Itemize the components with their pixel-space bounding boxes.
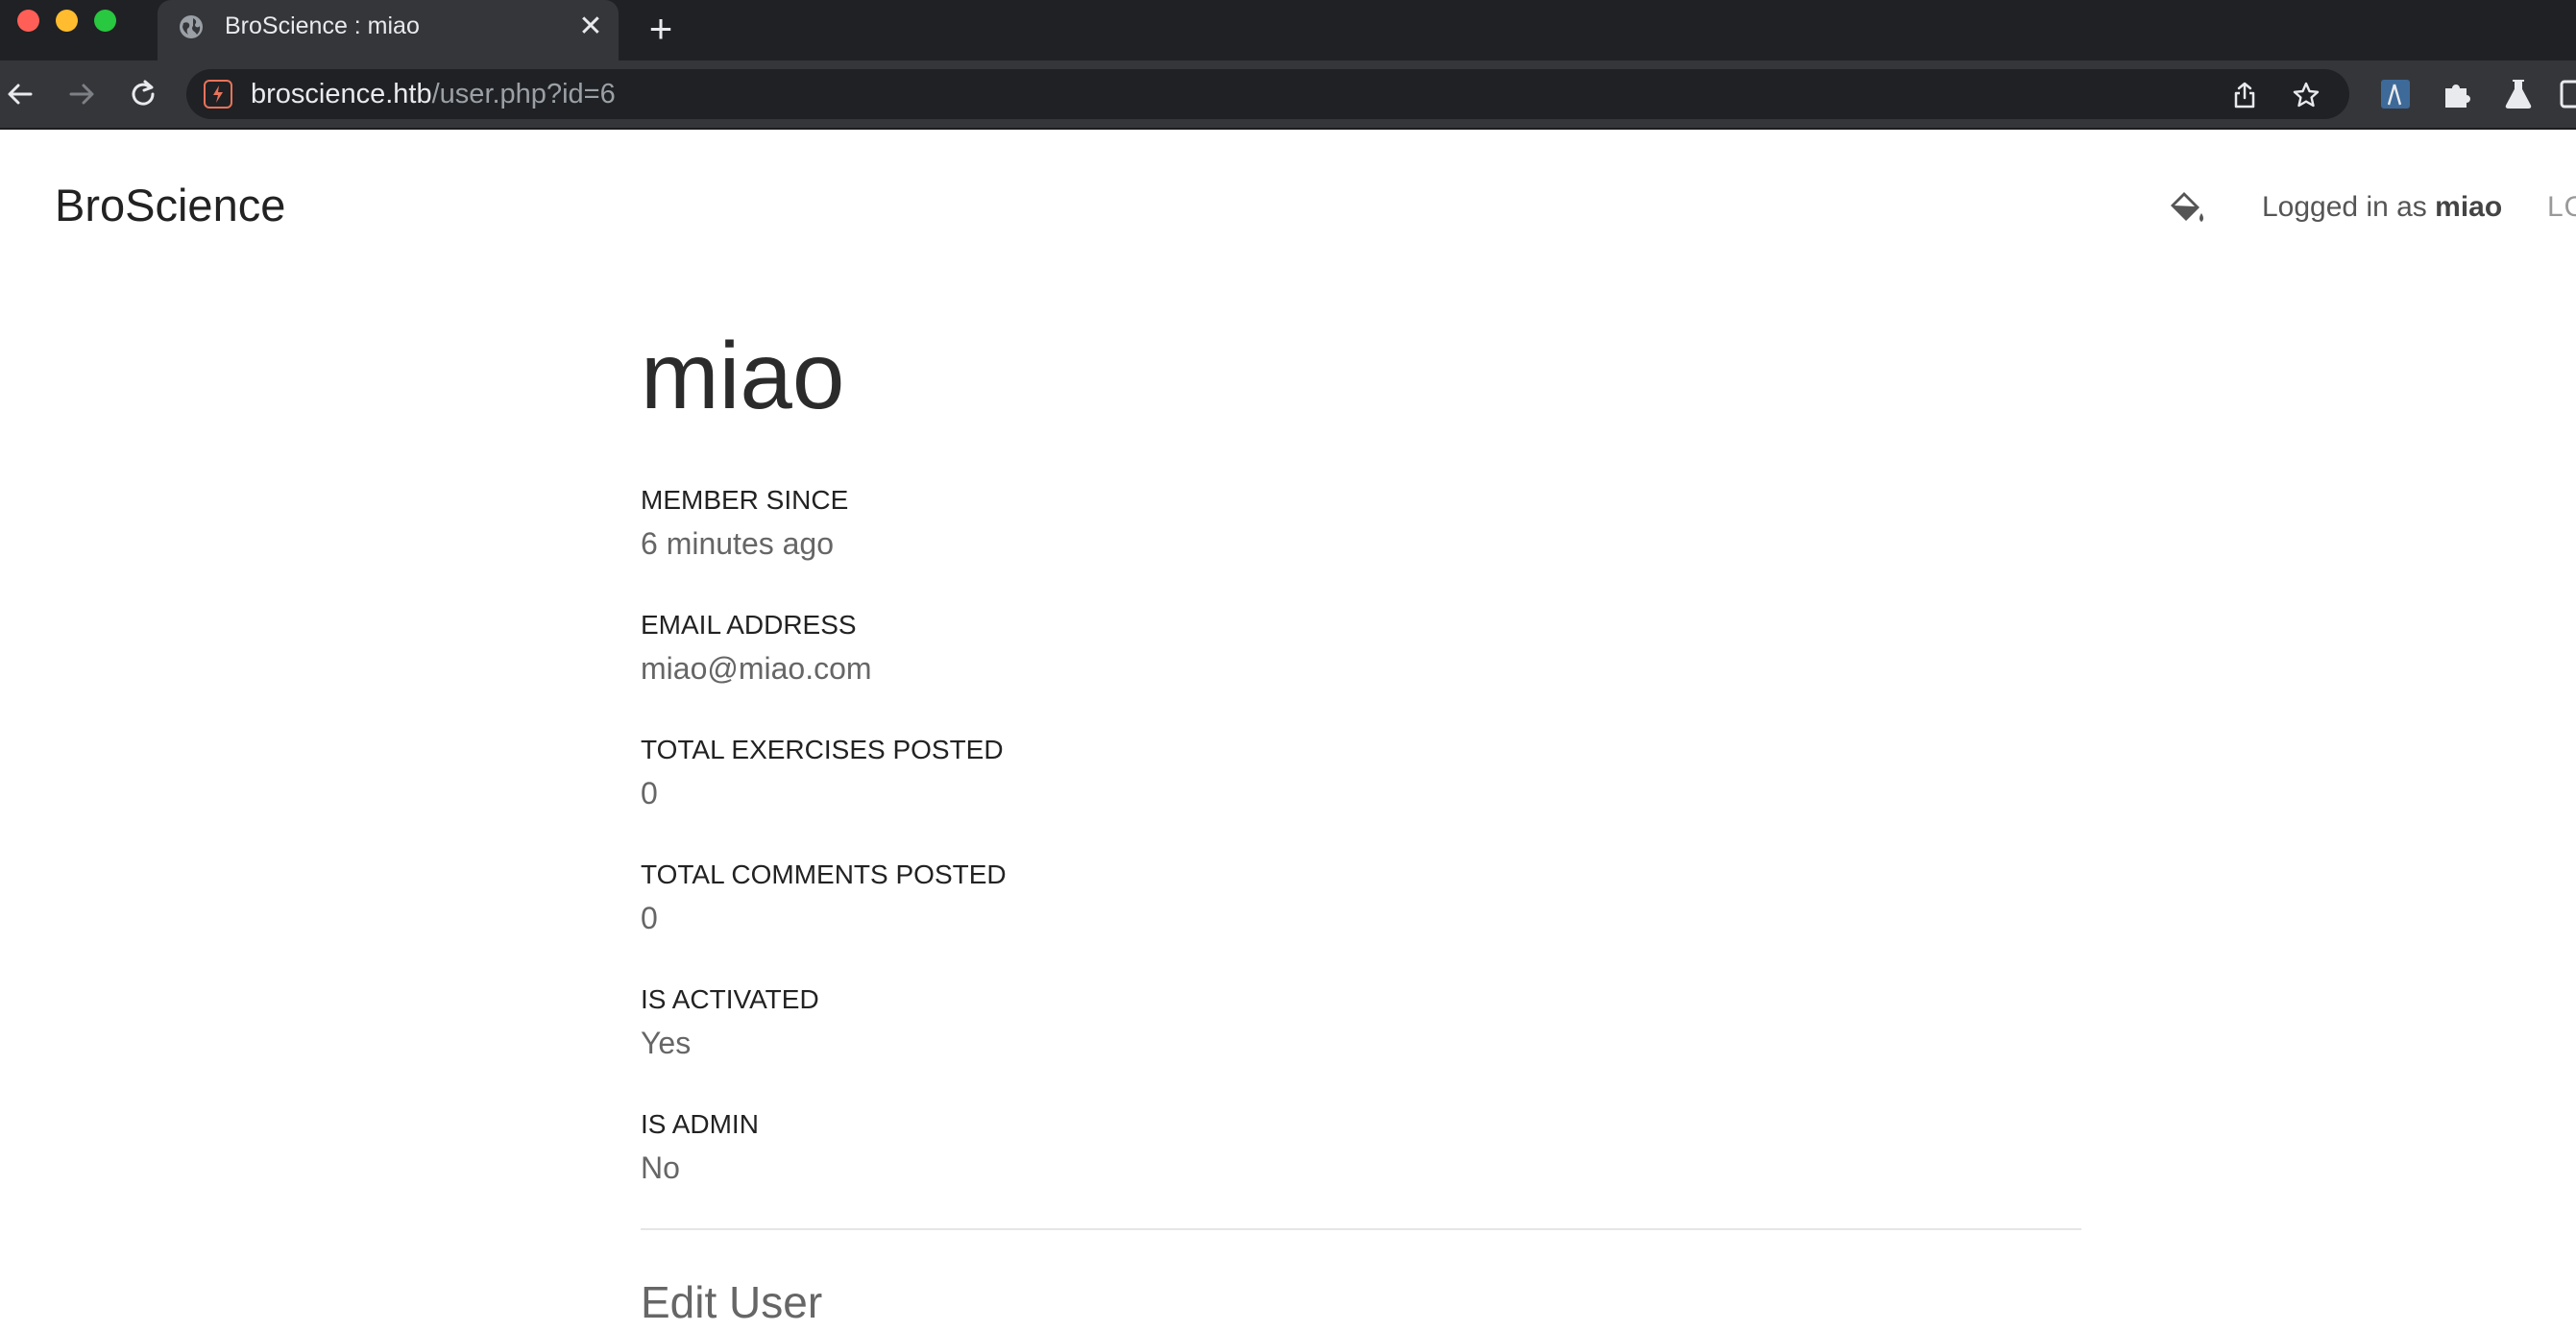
side-panel-icon[interactable] bbox=[2559, 77, 2576, 111]
url-host: broscience.htb bbox=[251, 79, 432, 109]
member-since-field: MEMBER SINCE 6 minutes ago bbox=[641, 483, 848, 564]
edit-user-heading: Edit User bbox=[641, 1277, 823, 1327]
field-value: 0 bbox=[641, 776, 658, 811]
field-value: Yes bbox=[641, 1026, 692, 1060]
profile-username: miao bbox=[641, 323, 845, 428]
close-tab-icon[interactable]: ✕ bbox=[576, 12, 605, 41]
window-maximize-button[interactable] bbox=[94, 10, 116, 32]
back-arrow-icon[interactable] bbox=[4, 78, 36, 110]
field-label: TOTAL COMMENTS POSTED bbox=[641, 859, 1007, 889]
is-activated-field: IS ACTIVATED Yes bbox=[641, 982, 819, 1063]
field-label: EMAIL ADDRESS bbox=[641, 610, 857, 640]
logged-in-username: miao bbox=[2435, 191, 2503, 223]
reload-icon[interactable] bbox=[127, 78, 159, 110]
paint-bucket-icon[interactable] bbox=[2165, 186, 2207, 229]
field-label: IS ACTIVATED bbox=[641, 984, 819, 1014]
field-value: 6 minutes ago bbox=[641, 526, 835, 561]
new-tab-button[interactable]: + bbox=[642, 9, 680, 49]
browser-toolbar: broscience.htb/user.php?id=6 bbox=[0, 60, 2576, 130]
email-address-field: EMAIL ADDRESS miao@miao.com bbox=[641, 608, 872, 689]
logout-link[interactable]: LO bbox=[2547, 191, 2576, 224]
total-comments-field: TOTAL COMMENTS POSTED 0 bbox=[641, 858, 1007, 938]
address-bar[interactable]: broscience.htb/user.php?id=6 bbox=[186, 69, 2349, 119]
forward-arrow-icon[interactable] bbox=[65, 78, 98, 110]
site-brand[interactable]: BroScience bbox=[55, 179, 285, 231]
flask-icon[interactable] bbox=[2501, 77, 2536, 111]
browser-tab[interactable]: BroScience : miao ✕ bbox=[158, 0, 619, 60]
field-value: No bbox=[641, 1150, 680, 1185]
share-icon[interactable] bbox=[2230, 81, 2259, 109]
bookmark-star-icon[interactable] bbox=[2292, 81, 2321, 109]
field-value: miao@miao.com bbox=[641, 651, 872, 686]
field-label: IS ADMIN bbox=[641, 1109, 759, 1139]
section-divider bbox=[641, 1228, 2081, 1230]
field-value: 0 bbox=[641, 901, 658, 935]
globe-icon bbox=[180, 15, 203, 38]
is-admin-field: IS ADMIN No bbox=[641, 1107, 759, 1188]
field-label: TOTAL EXERCISES POSTED bbox=[641, 735, 1004, 764]
extension-icon[interactable] bbox=[2378, 77, 2413, 111]
url-path: /user.php?id=6 bbox=[431, 79, 616, 109]
site-info-icon[interactable] bbox=[204, 80, 232, 109]
total-exercises-field: TOTAL EXERCISES POSTED 0 bbox=[641, 733, 1004, 813]
logged-in-status: Logged in as miao bbox=[2262, 191, 2502, 224]
tab-title: BroScience : miao bbox=[225, 12, 420, 39]
window-minimize-button[interactable] bbox=[56, 10, 78, 32]
field-label: MEMBER SINCE bbox=[641, 485, 849, 515]
logged-in-prefix: Logged in as bbox=[2262, 191, 2436, 223]
window-close-button[interactable] bbox=[17, 10, 39, 32]
browser-tab-bar: BroScience : miao ✕ + bbox=[0, 0, 2576, 60]
url-text[interactable]: broscience.htb/user.php?id=6 bbox=[251, 79, 616, 110]
puzzle-icon[interactable] bbox=[2440, 77, 2474, 111]
